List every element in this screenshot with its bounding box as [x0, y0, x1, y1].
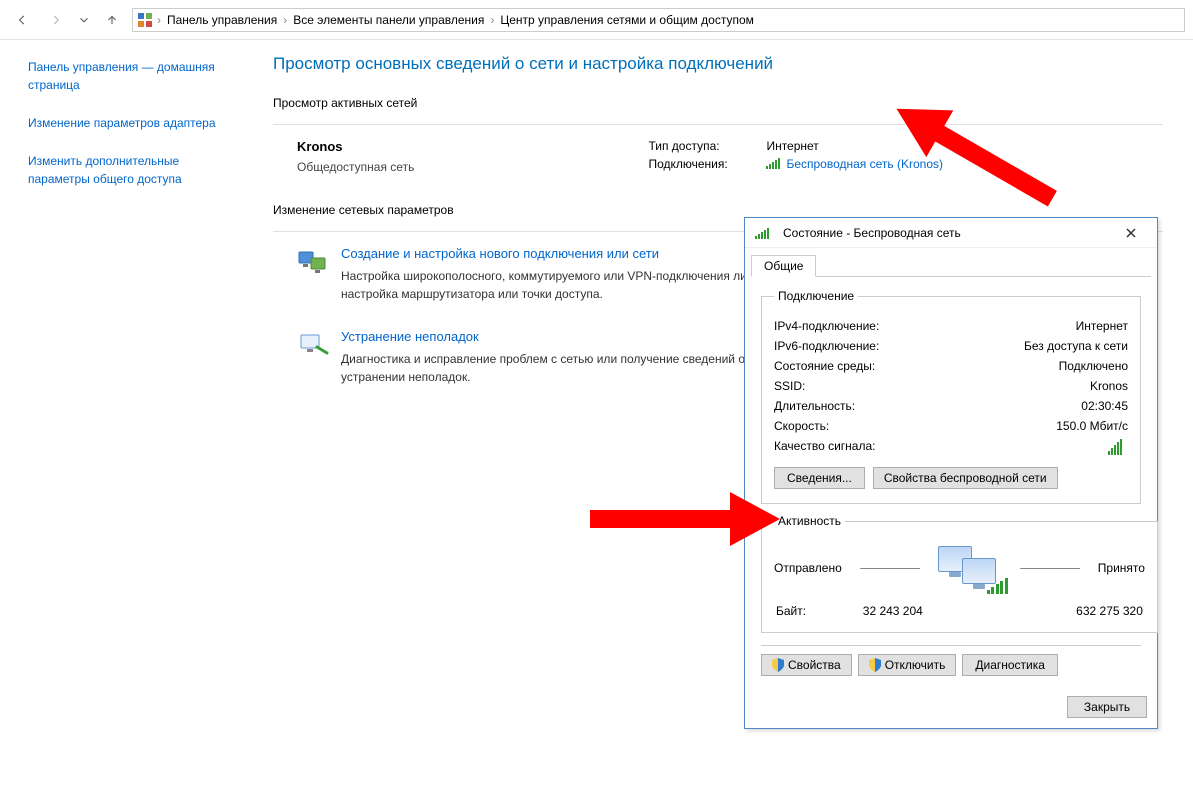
- ssid-label: SSID:: [774, 379, 805, 393]
- active-network: Kronos Общедоступная сеть Тип доступа: И…: [273, 139, 1163, 175]
- shield-icon: [772, 658, 784, 672]
- dialog-command-row: Свойства Отключить Диагностика: [761, 645, 1141, 676]
- back-button[interactable]: [8, 8, 36, 32]
- wireless-properties-button[interactable]: Свойства беспроводной сети: [873, 467, 1058, 489]
- recent-button[interactable]: [76, 8, 92, 32]
- signal-quality-value: [1108, 439, 1128, 457]
- sidebar-link-sharing[interactable]: Изменить дополнительные параметры общего…: [28, 152, 243, 188]
- media-state-value: Подключено: [1059, 359, 1128, 373]
- activity-graphic-icon: [938, 546, 1002, 590]
- ipv6-label: IPv6-подключение:: [774, 339, 879, 353]
- new-connection-link[interactable]: Создание и настройка нового подключения …: [341, 246, 771, 261]
- dialog-tabs: Общие: [745, 248, 1157, 276]
- troubleshoot-desc: Диагностика и исправление проблем с сеть…: [341, 350, 771, 386]
- active-networks-title: Просмотр активных сетей: [273, 96, 1163, 110]
- bytes-sent-value: 32 243 204: [863, 604, 923, 618]
- ipv6-value: Без доступа к сети: [1024, 339, 1128, 353]
- divider: [273, 124, 1163, 125]
- sidebar-link-adapter[interactable]: Изменение параметров адаптера: [28, 114, 243, 132]
- diagnostics-button[interactable]: Диагностика: [962, 654, 1058, 676]
- speed-label: Скорость:: [774, 419, 829, 433]
- duration-label: Длительность:: [774, 399, 855, 413]
- control-panel-icon: [137, 12, 153, 28]
- change-settings-title: Изменение сетевых параметров: [273, 203, 1163, 217]
- connection-group: Подключение IPv4-подключение: Интернет IP…: [761, 289, 1141, 504]
- access-type-value: Интернет: [766, 139, 818, 153]
- sidebar-link-home[interactable]: Панель управления — домашняя страница: [28, 58, 243, 94]
- network-type: Общедоступная сеть: [297, 160, 414, 174]
- access-type-label: Тип доступа:: [648, 139, 758, 153]
- tab-general[interactable]: Общие: [751, 255, 816, 277]
- details-button[interactable]: Сведения...: [774, 467, 865, 489]
- ipv4-label: IPv4-подключение:: [774, 319, 879, 333]
- new-connection-icon: [297, 246, 329, 278]
- dialog-titlebar[interactable]: Состояние - Беспроводная сеть: [745, 218, 1157, 248]
- address-bar: › Панель управления › Все элементы панел…: [0, 0, 1193, 40]
- ssid-value: Kronos: [1090, 379, 1128, 393]
- connection-group-legend: Подключение: [774, 289, 858, 303]
- dialog-title-text: Состояние - Беспроводная сеть: [783, 226, 961, 240]
- breadcrumb-bar[interactable]: › Панель управления › Все элементы панел…: [132, 8, 1185, 32]
- bytes-label: Байт:: [776, 604, 806, 618]
- breadcrumb-current[interactable]: Центр управления сетями и общим доступом: [498, 13, 756, 27]
- activity-line-icon: [1020, 568, 1080, 569]
- breadcrumb-all[interactable]: Все элементы панели управления: [291, 13, 486, 27]
- activity-line-icon: [860, 568, 920, 569]
- connection-link[interactable]: Беспроводная сеть (Kronos): [766, 157, 943, 171]
- wifi-signal-icon: [755, 227, 769, 239]
- sent-label: Отправлено: [774, 561, 842, 575]
- disable-button[interactable]: Отключить: [858, 654, 957, 676]
- bytes-recv-value: 632 275 320: [1076, 604, 1143, 618]
- troubleshoot-link[interactable]: Устранение неполадок: [341, 329, 771, 344]
- wifi-signal-icon: [766, 157, 780, 169]
- network-name: Kronos: [297, 139, 414, 154]
- breadcrumb-root[interactable]: Панель управления: [165, 13, 279, 27]
- wifi-status-dialog: Состояние - Беспроводная сеть Общие Подк…: [744, 217, 1158, 729]
- speed-value: 150.0 Мбит/с: [1056, 419, 1128, 433]
- wifi-signal-icon: [1108, 439, 1122, 455]
- media-state-label: Состояние среды:: [774, 359, 875, 373]
- activity-group: Активность Отправлено Принято Байт: 32 2…: [761, 514, 1158, 633]
- connections-label: Подключения:: [648, 157, 758, 171]
- received-label: Принято: [1098, 561, 1145, 575]
- properties-button[interactable]: Свойства: [761, 654, 852, 676]
- activity-group-legend: Активность: [774, 514, 845, 528]
- forward-button[interactable]: [42, 8, 70, 32]
- ipv4-value: Интернет: [1076, 319, 1128, 333]
- signal-quality-label: Качество сигнала:: [774, 439, 875, 457]
- troubleshoot-icon: [297, 329, 329, 361]
- sidebar: Панель управления — домашняя страница Из…: [0, 40, 255, 426]
- up-button[interactable]: [98, 8, 126, 32]
- close-button[interactable]: [1115, 222, 1147, 244]
- page-heading: Просмотр основных сведений о сети и наст…: [273, 54, 1163, 74]
- duration-value: 02:30:45: [1081, 399, 1128, 413]
- shield-icon: [869, 658, 881, 672]
- new-connection-desc: Настройка широкополосного, коммутируемог…: [341, 267, 771, 303]
- close-dialog-button[interactable]: Закрыть: [1067, 696, 1147, 718]
